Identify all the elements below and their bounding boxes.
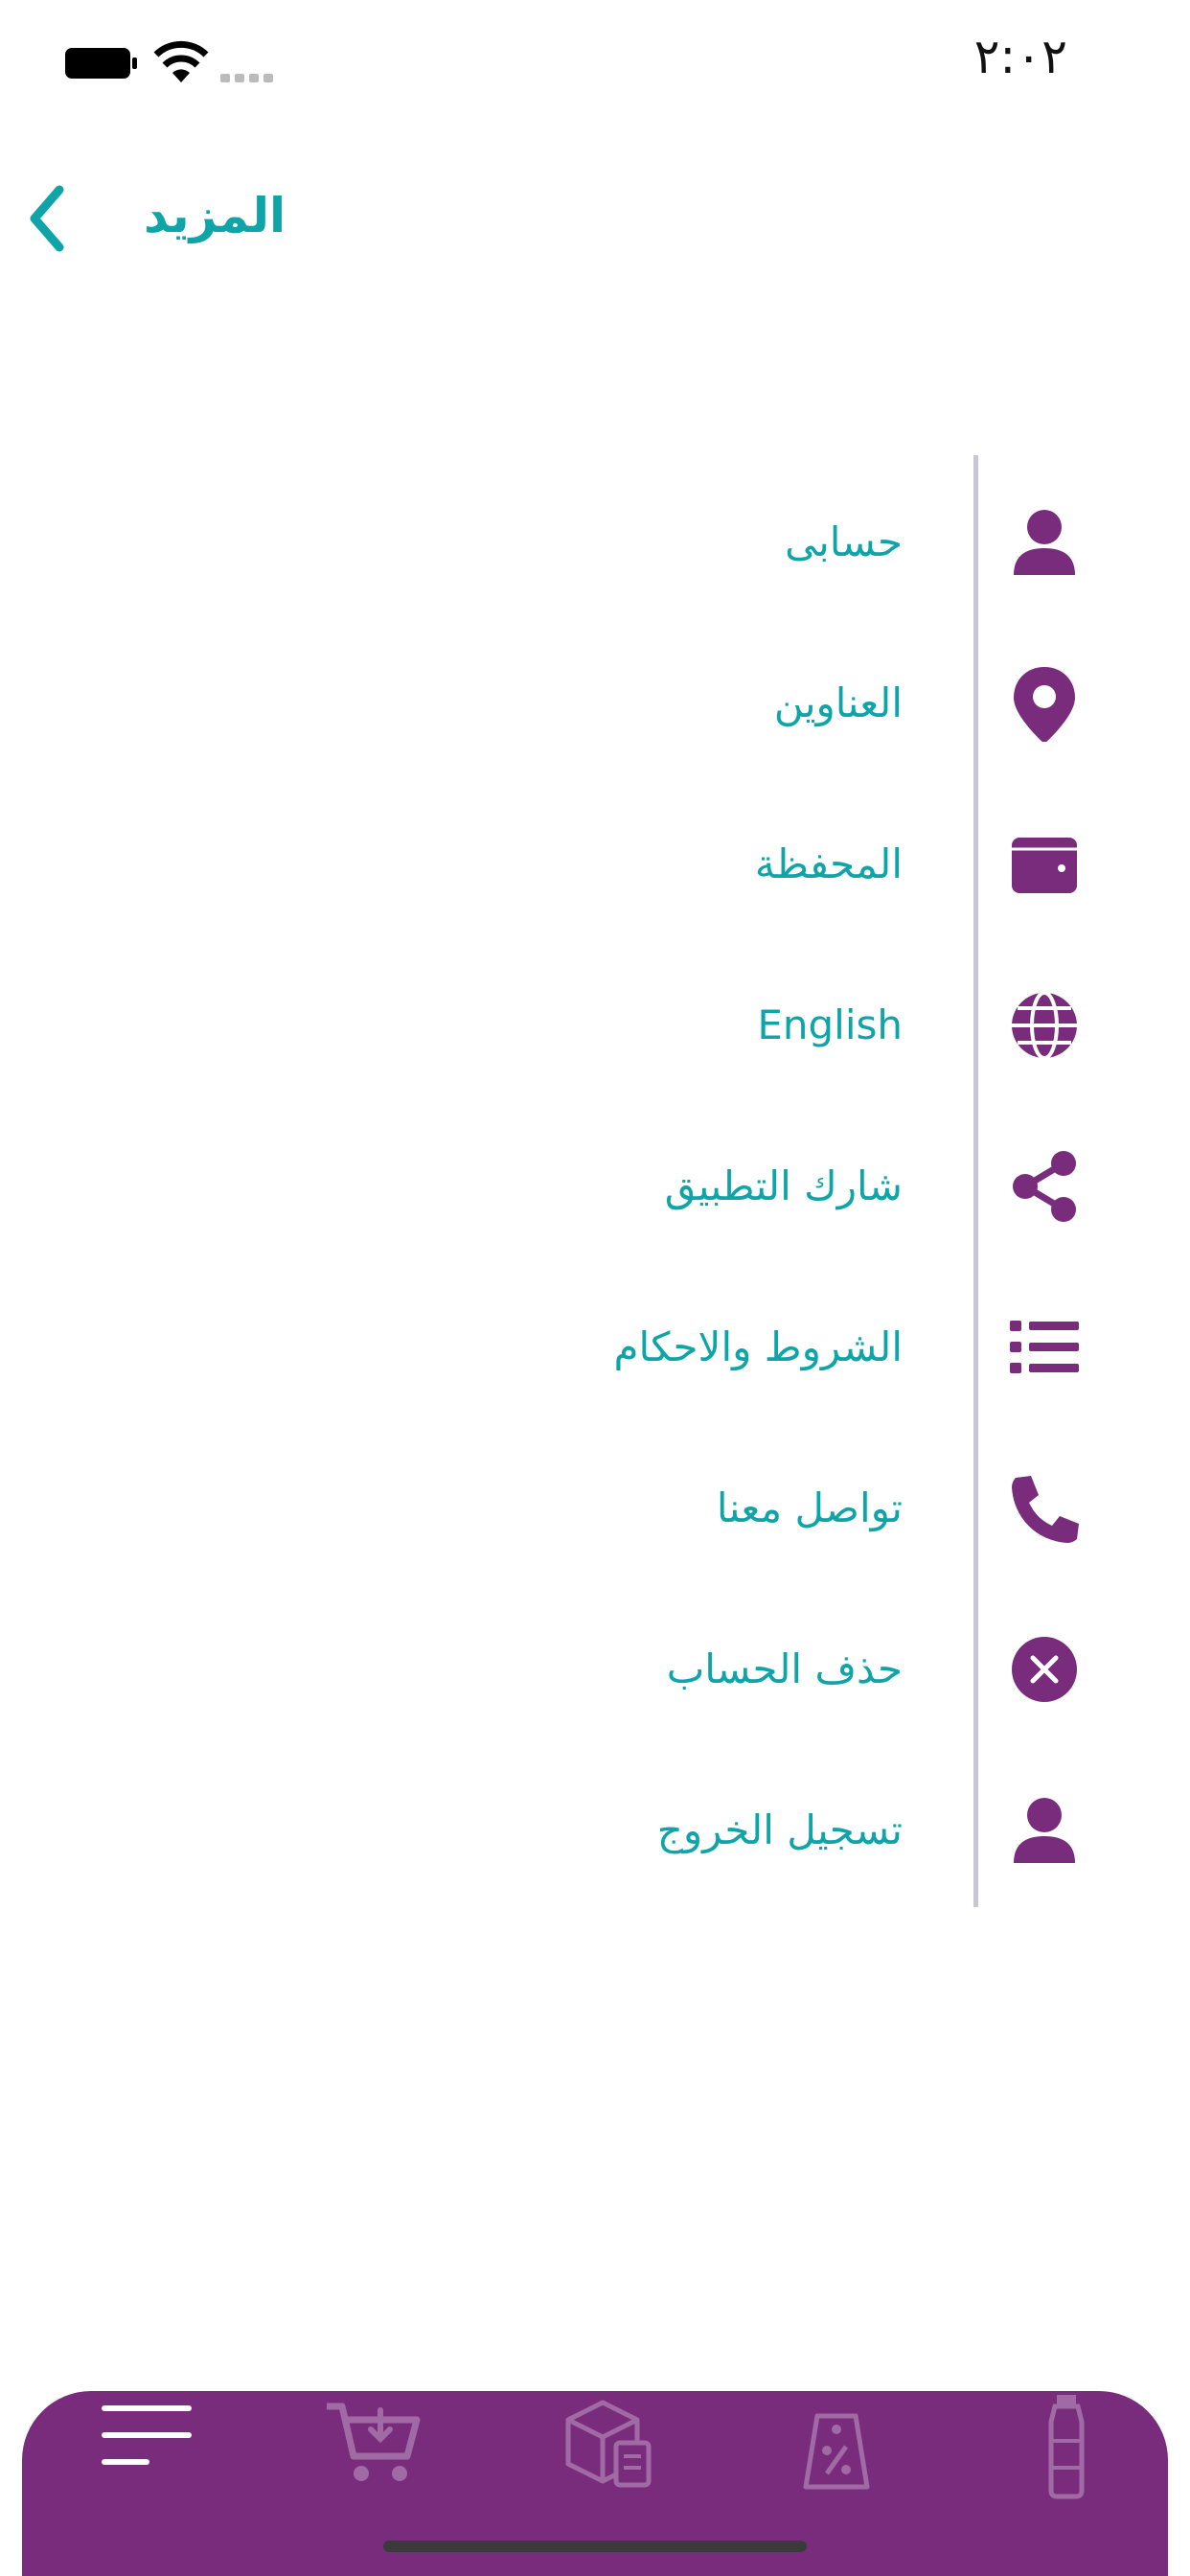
share-icon [1006,1148,1083,1225]
menu-item-label: English [757,1001,903,1048]
menu-item-label: تسجيل الخروج [656,1806,903,1853]
menu-item-terms[interactable]: الشروط والاحكام [0,1267,1190,1428]
page-title: المزيد [144,188,286,243]
menu-item-label: تواصل معنا [716,1484,903,1531]
wallet-icon [1006,826,1083,903]
menu-item-language[interactable]: English [0,945,1190,1106]
nav-products[interactable] [1009,2391,1124,2506]
menu-item-logout[interactable]: تسجيل الخروج [0,1750,1190,1911]
home-indicator [383,2541,807,2552]
nav-cart[interactable] [319,2391,434,2506]
box-icon [565,2400,652,2488]
menu-item-label: المحفظة [754,840,903,887]
cart-icon [327,2403,421,2481]
wifi-icon [153,40,209,84]
status-bar: ٢:٠٢ [0,0,1190,125]
status-time: ٢:٠٢ [973,29,1067,84]
menu-item-label: العناوين [773,679,903,726]
menu-item-wallet[interactable]: المحفظة [0,784,1190,945]
bottle-icon [1048,2395,1085,2499]
list-icon [1006,1309,1083,1386]
discount-tag-icon [803,2413,870,2490]
chevron-left-icon [30,185,64,252]
nav-orders[interactable] [549,2391,664,2506]
header: المزيد [0,163,1190,278]
menu-item-label: شارك التطبيق [664,1162,903,1209]
menu-item-contact-us[interactable]: تواصل معنا [0,1428,1190,1589]
close-circle-icon [1006,1631,1083,1708]
menu-item-label: الشروط والاحكام [613,1323,903,1370]
globe-icon [1006,987,1083,1064]
menu-item-label: حذف الحساب [666,1645,903,1692]
back-button[interactable] [17,180,75,257]
menu-item-addresses[interactable]: العناوين [0,623,1190,784]
user-icon [1006,504,1083,581]
map-pin-icon [1006,665,1083,742]
battery-icon [63,46,138,80]
phone-icon [1006,1470,1083,1547]
menu-item-share-app[interactable]: شارك التطبيق [0,1106,1190,1267]
signal-icon [220,69,276,82]
menu-item-account[interactable]: حسابى [0,462,1190,623]
nav-offers[interactable] [779,2391,894,2506]
nav-menu[interactable] [89,2391,204,2506]
menu-icon [102,2405,192,2465]
menu-item-label: حسابى [785,518,903,565]
menu-item-delete-account[interactable]: حذف الحساب [0,1589,1190,1750]
user-icon [1006,1792,1083,1869]
